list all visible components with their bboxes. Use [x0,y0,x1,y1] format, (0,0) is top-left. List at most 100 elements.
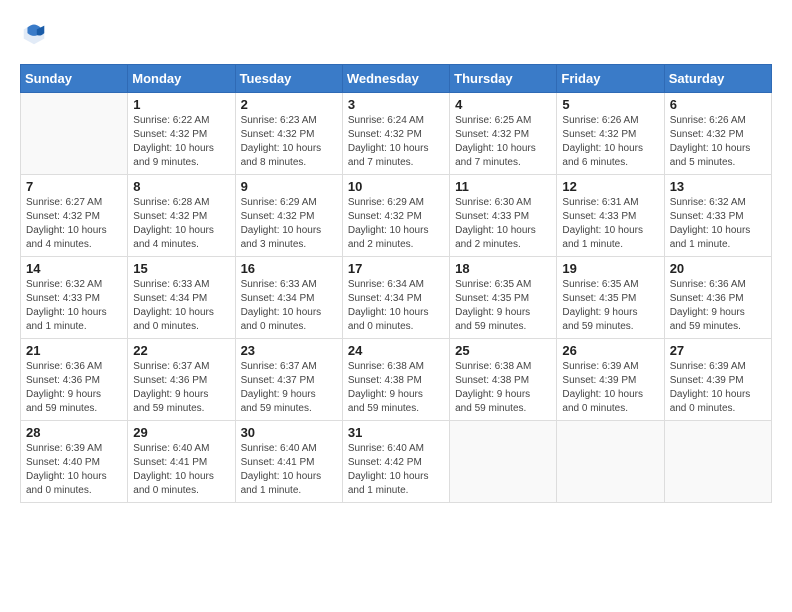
day-number: 25 [455,343,551,358]
calendar-cell: 23 Sunrise: 6:37 AM Sunset: 4:37 PM Dayli… [235,339,342,421]
calendar-cell: 19 Sunrise: 6:35 AM Sunset: 4:35 PM Dayli… [557,257,664,339]
weekday-header-wednesday: Wednesday [342,65,449,93]
day-info: Sunrise: 6:23 AM Sunset: 4:32 PM Dayligh… [241,114,337,170]
weekday-header-friday: Friday [557,65,664,93]
logo-icon [20,20,48,48]
weekday-header-tuesday: Tuesday [235,65,342,93]
day-number: 6 [670,97,766,112]
weekday-header-saturday: Saturday [664,65,771,93]
day-number: 26 [562,343,658,358]
day-info: Sunrise: 6:30 AM Sunset: 4:33 PM Dayligh… [455,196,551,252]
day-info: Sunrise: 6:39 AM Sunset: 4:39 PM Dayligh… [670,360,766,416]
calendar-week-row: 21Sunrise: 6:36 AM Sunset: 4:36 PM Dayli… [21,339,772,421]
calendar-cell: 6 Sunrise: 6:26 AM Sunset: 4:32 PM Daylig… [664,93,771,175]
day-info: Sunrise: 6:36 AM Sunset: 4:36 PM Dayligh… [670,278,766,334]
day-number: 29 [133,425,229,440]
calendar-cell: 10 Sunrise: 6:29 AM Sunset: 4:32 PM Dayli… [342,175,449,257]
day-number: 27 [670,343,766,358]
calendar-cell: 16Sunrise: 6:33 AM Sunset: 4:34 PM Dayli… [235,257,342,339]
calendar-cell: 2 Sunrise: 6:23 AM Sunset: 4:32 PM Daylig… [235,93,342,175]
day-info: Sunrise: 6:37 AM Sunset: 4:37 PM Dayligh… [241,360,337,416]
day-number: 23 [241,343,337,358]
day-info: Sunrise: 6:38 AM Sunset: 4:38 PM Dayligh… [455,360,551,416]
calendar-week-row: 14 Sunrise: 6:32 AM Sunset: 4:33 PM Dayli… [21,257,772,339]
calendar-cell: 26 Sunrise: 6:39 AM Sunset: 4:39 PM Dayli… [557,339,664,421]
calendar-cell: 15Sunrise: 6:33 AM Sunset: 4:34 PM Dayli… [128,257,235,339]
day-info: Sunrise: 6:40 AM Sunset: 4:41 PM Dayligh… [133,442,229,498]
day-number: 19 [562,261,658,276]
day-number: 7 [26,179,122,194]
day-number: 5 [562,97,658,112]
calendar-cell: 4 Sunrise: 6:25 AM Sunset: 4:32 PM Daylig… [450,93,557,175]
day-info: Sunrise: 6:39 AM Sunset: 4:40 PM Dayligh… [26,442,122,498]
day-info: Sunrise: 6:37 AM Sunset: 4:36 PM Dayligh… [133,360,229,416]
calendar-cell: 13 Sunrise: 6:32 AM Sunset: 4:33 PM Dayli… [664,175,771,257]
day-number: 30 [241,425,337,440]
day-info: Sunrise: 6:32 AM Sunset: 4:33 PM Dayligh… [670,196,766,252]
day-info: Sunrise: 6:24 AM Sunset: 4:32 PM Dayligh… [348,114,444,170]
day-info: Sunrise: 6:22 AM Sunset: 4:32 PM Dayligh… [133,114,229,170]
calendar-cell: 17 Sunrise: 6:34 AM Sunset: 4:34 PM Dayli… [342,257,449,339]
day-number: 16 [241,261,337,276]
page-header [20,20,772,48]
calendar-cell [21,93,128,175]
calendar-cell [557,421,664,503]
day-number: 1 [133,97,229,112]
day-number: 13 [670,179,766,194]
day-info: Sunrise: 6:40 AM Sunset: 4:41 PM Dayligh… [241,442,337,498]
calendar-cell: 7 Sunrise: 6:27 AM Sunset: 4:32 PM Daylig… [21,175,128,257]
day-number: 2 [241,97,337,112]
day-info: Sunrise: 6:28 AM Sunset: 4:32 PM Dayligh… [133,196,229,252]
day-number: 10 [348,179,444,194]
calendar-cell: 31 Sunrise: 6:40 AM Sunset: 4:42 PM Dayli… [342,421,449,503]
day-number: 11 [455,179,551,194]
day-info: Sunrise: 6:40 AM Sunset: 4:42 PM Dayligh… [348,442,444,498]
calendar-cell: 28 Sunrise: 6:39 AM Sunset: 4:40 PM Dayli… [21,421,128,503]
day-number: 4 [455,97,551,112]
day-info: Sunrise: 6:27 AM Sunset: 4:32 PM Dayligh… [26,196,122,252]
day-number: 17 [348,261,444,276]
calendar-cell: 29 Sunrise: 6:40 AM Sunset: 4:41 PM Dayli… [128,421,235,503]
calendar-cell: 27 Sunrise: 6:39 AM Sunset: 4:39 PM Dayli… [664,339,771,421]
day-info: Sunrise: 6:34 AM Sunset: 4:34 PM Dayligh… [348,278,444,334]
calendar-cell: 12 Sunrise: 6:31 AM Sunset: 4:33 PM Dayli… [557,175,664,257]
day-number: 24 [348,343,444,358]
calendar-cell [450,421,557,503]
day-number: 21 [26,343,122,358]
calendar-cell: 24 Sunrise: 6:38 AM Sunset: 4:38 PM Dayli… [342,339,449,421]
day-info: Sunrise: 6:29 AM Sunset: 4:32 PM Dayligh… [241,196,337,252]
calendar-cell: 5Sunrise: 6:26 AM Sunset: 4:32 PM Daylig… [557,93,664,175]
day-number: 14 [26,261,122,276]
day-number: 3 [348,97,444,112]
calendar-cell: 22 Sunrise: 6:37 AM Sunset: 4:36 PM Dayli… [128,339,235,421]
day-info: Sunrise: 6:35 AM Sunset: 4:35 PM Dayligh… [562,278,658,334]
logo [20,20,52,48]
calendar-week-row: 28 Sunrise: 6:39 AM Sunset: 4:40 PM Dayli… [21,421,772,503]
day-info: Sunrise: 6:29 AM Sunset: 4:32 PM Dayligh… [348,196,444,252]
calendar-cell: 18Sunrise: 6:35 AM Sunset: 4:35 PM Dayli… [450,257,557,339]
day-number: 9 [241,179,337,194]
calendar-week-row: 1 Sunrise: 6:22 AM Sunset: 4:32 PM Daylig… [21,93,772,175]
day-info: Sunrise: 6:26 AM Sunset: 4:32 PM Dayligh… [670,114,766,170]
day-number: 8 [133,179,229,194]
calendar-cell: 1 Sunrise: 6:22 AM Sunset: 4:32 PM Daylig… [128,93,235,175]
calendar-cell: 8 Sunrise: 6:28 AM Sunset: 4:32 PM Daylig… [128,175,235,257]
calendar-cell: 30 Sunrise: 6:40 AM Sunset: 4:41 PM Dayli… [235,421,342,503]
day-info: Sunrise: 6:32 AM Sunset: 4:33 PM Dayligh… [26,278,122,334]
calendar-week-row: 7 Sunrise: 6:27 AM Sunset: 4:32 PM Daylig… [21,175,772,257]
day-number: 28 [26,425,122,440]
day-number: 15 [133,261,229,276]
day-number: 20 [670,261,766,276]
calendar-cell: 20 Sunrise: 6:36 AM Sunset: 4:36 PM Dayli… [664,257,771,339]
calendar-cell: 11 Sunrise: 6:30 AM Sunset: 4:33 PM Dayli… [450,175,557,257]
day-info: Sunrise: 6:25 AM Sunset: 4:32 PM Dayligh… [455,114,551,170]
day-number: 22 [133,343,229,358]
calendar-cell: 3 Sunrise: 6:24 AM Sunset: 4:32 PM Daylig… [342,93,449,175]
day-info: Sunrise: 6:38 AM Sunset: 4:38 PM Dayligh… [348,360,444,416]
day-info: Sunrise: 6:39 AM Sunset: 4:39 PM Dayligh… [562,360,658,416]
day-number: 12 [562,179,658,194]
day-number: 31 [348,425,444,440]
day-info: Sunrise: 6:31 AM Sunset: 4:33 PM Dayligh… [562,196,658,252]
calendar-cell: 14 Sunrise: 6:32 AM Sunset: 4:33 PM Dayli… [21,257,128,339]
weekday-header-monday: Monday [128,65,235,93]
